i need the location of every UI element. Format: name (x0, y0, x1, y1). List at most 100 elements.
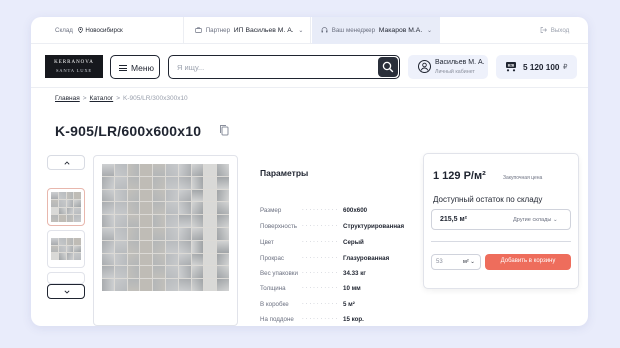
unit-selector[interactable]: м² ⌄ (463, 259, 475, 265)
mosaic-tile (58, 238, 66, 245)
warehouse-city: Новосибирск (85, 27, 123, 34)
mosaic-tile (127, 227, 140, 240)
param-value: 600x600 (343, 207, 368, 214)
breadcrumb-home[interactable]: Главная (55, 95, 80, 102)
thumbnail-scroll-down-button[interactable] (47, 284, 85, 299)
partner-value: ИП Васильев М. А. (233, 27, 294, 34)
mosaic-tile (217, 266, 229, 279)
other-warehouses-dropdown[interactable]: Другие склады ⌄ (513, 217, 558, 223)
mosaic-tile (153, 253, 165, 266)
mosaic-tile (178, 215, 191, 227)
mosaic-tile (51, 192, 58, 199)
mosaic-tile (166, 279, 178, 291)
mosaic-tile (217, 202, 229, 215)
mosaic-tile (204, 202, 217, 215)
param-key: Цвет (260, 239, 274, 246)
logo-line2: SANTA LUXE (55, 68, 93, 73)
menu-label: Меню (131, 63, 154, 73)
chevron-down-icon: ⌄ (553, 217, 558, 223)
mosaic-tile (51, 238, 58, 245)
exit-link[interactable]: Выход (540, 27, 569, 34)
product-thumbnail[interactable] (47, 272, 85, 284)
mosaic-tile (127, 240, 140, 253)
param-key: Толщина (260, 285, 286, 292)
param-dots: .......... (302, 299, 340, 306)
cart-icon: B2B (506, 62, 516, 72)
cart-button[interactable]: B2B 5 120 100 ₽ (496, 55, 577, 79)
mosaic-tile (114, 227, 127, 240)
mosaic-tile (153, 176, 165, 189)
param-key: Поверхность (260, 223, 298, 230)
logo-line1: KERRANOVA (54, 60, 94, 65)
mosaic-tile (178, 279, 191, 291)
mosaic-tile (140, 189, 153, 202)
mosaic-tile (191, 240, 204, 253)
param-key: Прокрас (260, 255, 285, 262)
mosaic-tile (140, 253, 153, 266)
add-to-cart-button[interactable]: Добавить в корзину (485, 254, 571, 270)
product-thumbnail[interactable] (47, 188, 85, 226)
mosaic-tile (140, 215, 153, 227)
chevron-down-icon: ⌄ (298, 28, 304, 34)
mosaic-tile (204, 240, 217, 253)
mosaic-tile (66, 253, 74, 260)
mosaic-tile (204, 164, 217, 176)
mosaic-tile (114, 253, 127, 266)
warehouse-selector[interactable]: Склад Новосибирск (55, 27, 123, 34)
copy-icon[interactable] (219, 124, 229, 136)
top-bar: Склад Новосибирск Партнер ИП Васильев М.… (31, 17, 588, 44)
product-thumbnail[interactable] (47, 230, 85, 268)
mosaic-tile (102, 176, 114, 189)
mosaic-tile (74, 238, 81, 245)
search-icon (382, 61, 394, 73)
quantity-input[interactable]: 53 м² ⌄ (431, 254, 481, 270)
chevron-up-icon (64, 161, 70, 165)
mosaic-tile (114, 279, 127, 291)
mosaic-tile (114, 164, 127, 176)
mosaic-tile (58, 245, 66, 253)
mosaic-tile (74, 192, 81, 199)
thumbnail-image (51, 238, 81, 260)
param-value: 34.33 кг (343, 270, 366, 277)
mosaic-tile (127, 176, 140, 189)
stock-selector[interactable]: 215,5 м² Другие склады ⌄ (431, 209, 571, 230)
mosaic-tile (153, 279, 165, 291)
quantity-value[interactable]: 53 (436, 259, 443, 265)
mosaic-tile (217, 240, 229, 253)
partner-selector[interactable]: Партнер ИП Васильев М. А. ⌄ (183, 17, 311, 44)
param-row: Размер.......... 600x600 (260, 205, 430, 217)
mosaic-tile (178, 266, 191, 279)
briefcase-icon (195, 27, 202, 33)
mosaic-tile (74, 215, 81, 222)
search-box[interactable]: Я ищу... (168, 55, 400, 79)
manager-selector[interactable]: Ваш менеджер Макаров М.А. ⌄ (312, 17, 440, 44)
breadcrumb-catalog[interactable]: Каталог (90, 95, 114, 102)
mosaic-tile (166, 227, 178, 240)
mosaic-tile (74, 199, 81, 207)
menu-button[interactable]: Меню (110, 55, 160, 79)
mosaic-tile (217, 279, 229, 291)
mosaic-tile (166, 253, 178, 266)
mosaic-tile (127, 164, 140, 176)
mosaic-tile (102, 215, 114, 227)
search-button[interactable] (378, 57, 398, 77)
mosaic-tile (217, 215, 229, 227)
brand-logo[interactable]: KERRANOVA SANTA LUXE (45, 55, 103, 78)
stock-title: Доступный остаток по складу (433, 195, 543, 204)
breadcrumb-separator-icon: > (82, 95, 87, 102)
mosaic-tile (58, 253, 66, 260)
search-input[interactable]: Я ищу... (177, 63, 204, 72)
manager-value: Макаров М.А. (378, 27, 423, 34)
mosaic-tile (114, 240, 127, 253)
user-account[interactable]: Васильев М. А. Личный кабинет (408, 55, 488, 79)
thumbnail-scroll-up-button[interactable] (47, 155, 85, 170)
product-main-image[interactable] (93, 155, 238, 326)
mosaic-tile (102, 164, 114, 176)
mosaic-tile (114, 215, 127, 227)
mosaic-tile (204, 253, 217, 266)
mosaic-tile (140, 279, 153, 291)
mosaic-tile (191, 215, 204, 227)
mosaic-tile (191, 253, 204, 266)
mosaic-tile (191, 266, 204, 279)
mosaic-tile (153, 227, 165, 240)
